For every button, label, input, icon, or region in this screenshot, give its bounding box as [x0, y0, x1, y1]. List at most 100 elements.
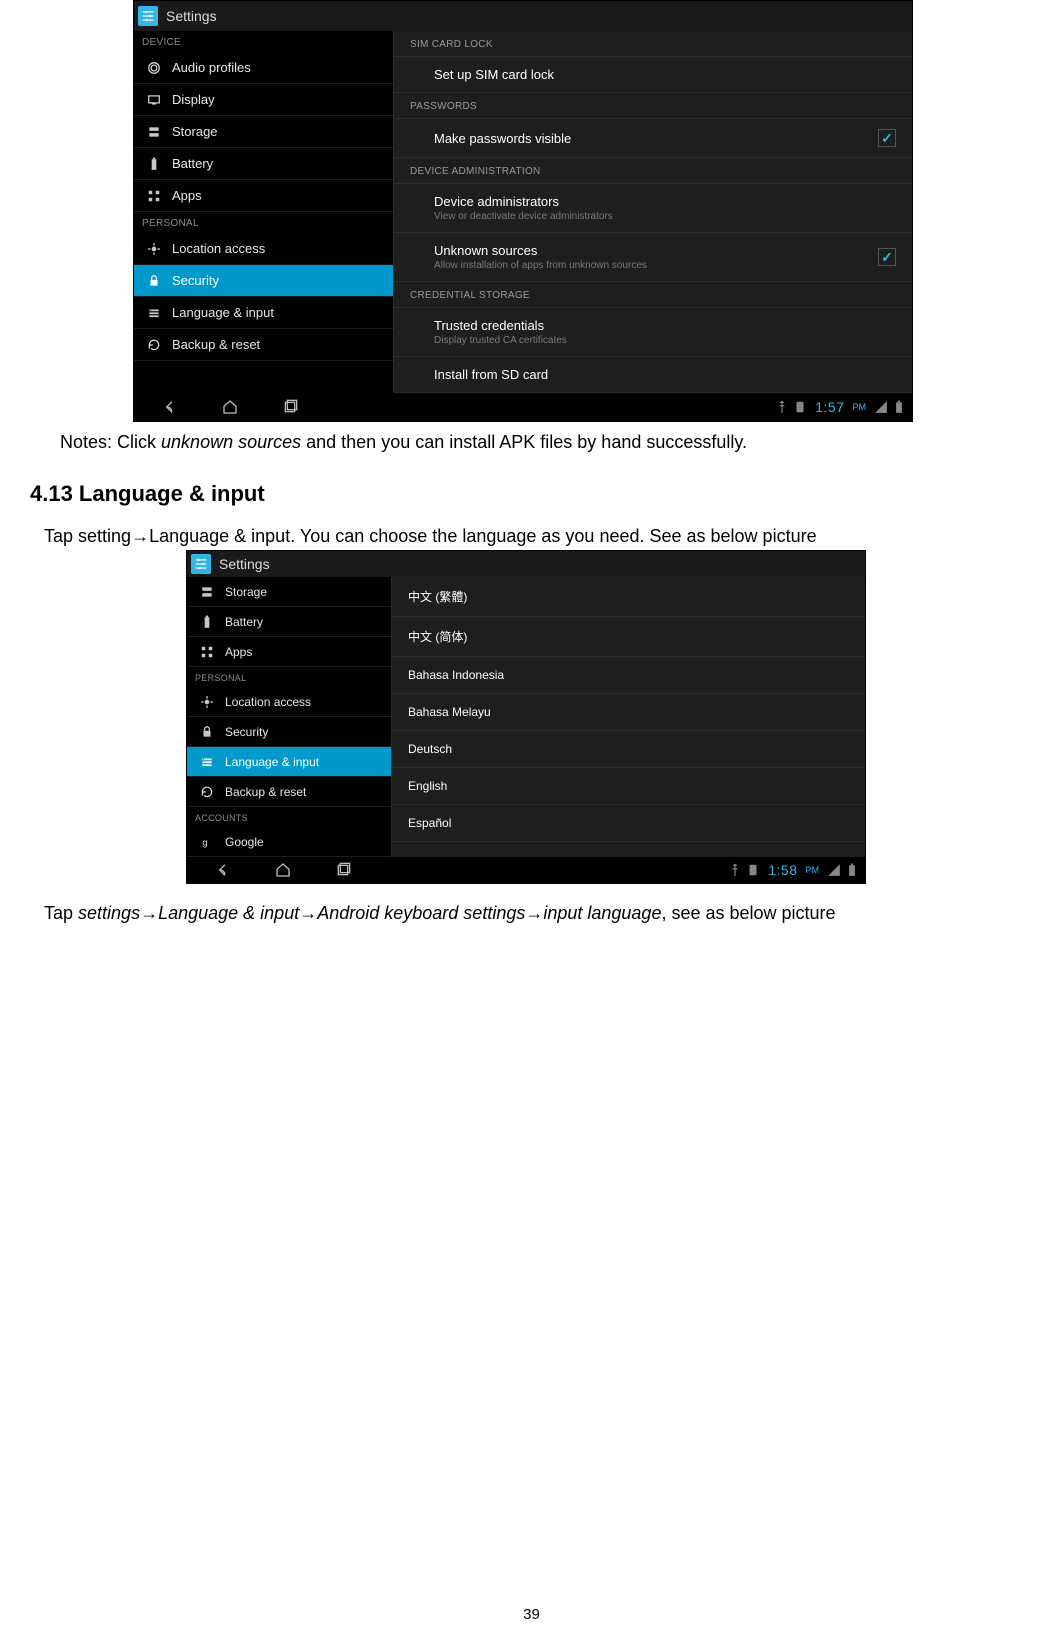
sd-icon	[746, 863, 760, 877]
notes-paragraph: Notes: Click unknown sources and then yo…	[60, 432, 1033, 453]
setting-title: Set up SIM card lock	[434, 67, 554, 82]
sidebar-item-battery[interactable]: Battery	[134, 148, 393, 180]
para2-e: input language	[543, 903, 661, 923]
sidebar-item-label: Audio profiles	[172, 60, 251, 75]
back-button[interactable]	[160, 397, 180, 417]
clock-ampm: PM	[853, 402, 867, 412]
sidebar-item-battery[interactable]: Battery	[187, 607, 391, 637]
battery-icon	[845, 863, 859, 877]
security-icon	[146, 273, 162, 289]
titlebar: Settings	[187, 551, 865, 577]
para2-d: Android keyboard settings	[317, 903, 525, 923]
group-header: SIM CARD LOCK	[394, 31, 912, 57]
section-header: DEVICE	[134, 31, 393, 52]
sidebar-item-security[interactable]: Security	[187, 717, 391, 747]
sidebar-item-label: Storage	[172, 124, 218, 139]
apps-icon	[146, 188, 162, 204]
settings-app-icon	[191, 554, 211, 574]
sidebar-item-lang[interactable]: ALanguage & input	[187, 747, 391, 777]
setting-row[interactable]: Install from SD card	[394, 357, 912, 393]
titlebar: Settings	[134, 1, 912, 31]
notes-italic: unknown sources	[161, 432, 301, 452]
usb-icon	[728, 863, 742, 877]
sidebar-item-label: Battery	[225, 615, 263, 629]
setting-subtitle: Display trusted CA certificates	[434, 335, 567, 346]
sidebar-item-label: Backup & reset	[225, 785, 306, 799]
setting-subtitle: View or deactivate device administrators	[434, 211, 613, 222]
sidebar-item-label: Language & input	[225, 755, 319, 769]
checkbox[interactable]	[878, 248, 896, 266]
home-button[interactable]	[220, 397, 240, 417]
location-icon	[146, 241, 162, 257]
checkbox[interactable]	[878, 129, 896, 147]
para1-a: Tap setting	[44, 526, 131, 546]
sidebar-item-storage[interactable]: Storage	[187, 577, 391, 607]
sidebar-item-apps[interactable]: Apps	[134, 180, 393, 212]
sidebar-item-storage[interactable]: Storage	[134, 116, 393, 148]
sidebar-item-label: Apps	[172, 188, 202, 203]
screenshot-language-settings: Settings StorageBatteryAppsPERSONALLocat…	[186, 550, 866, 884]
setting-row[interactable]: Set up SIM card lock	[394, 57, 912, 93]
apps-icon	[199, 644, 215, 660]
section-header: PERSONAL	[134, 212, 393, 233]
arrow-icon: →	[525, 903, 543, 923]
sidebar-item-backup[interactable]: Backup & reset	[187, 777, 391, 807]
paragraph-1: Tap setting→Language & input. You can ch…	[44, 525, 1033, 548]
language-option[interactable]: Bahasa Melayu	[392, 694, 865, 731]
language-option[interactable]: English	[392, 768, 865, 805]
recent-apps-button[interactable]	[280, 397, 300, 417]
setting-row[interactable]: Make passwords visible	[394, 119, 912, 158]
back-button[interactable]	[213, 860, 233, 880]
sidebar-item-label: Apps	[225, 645, 252, 659]
group-header: DEVICE ADMINISTRATION	[394, 158, 912, 184]
sidebar-item-google[interactable]: g Google	[187, 827, 391, 857]
recent-apps-button[interactable]	[333, 860, 353, 880]
sidebar-item-backup[interactable]: Backup & reset	[134, 329, 393, 361]
sidebar-item-label: Backup & reset	[172, 337, 260, 352]
sidebar-item-lang[interactable]: ALanguage & input	[134, 297, 393, 329]
language-option[interactable]: Bahasa Indonesia	[392, 657, 865, 694]
battery-icon	[146, 156, 162, 172]
display-icon	[146, 92, 162, 108]
setting-title: Device administrators	[434, 194, 613, 209]
sidebar-item-display[interactable]: Display	[134, 84, 393, 116]
sidebar-item-label: Display	[172, 92, 215, 107]
language-option[interactable]: Deutsch	[392, 731, 865, 768]
usb-icon	[775, 400, 789, 414]
sidebar-item-apps[interactable]: Apps	[187, 637, 391, 667]
backup-icon	[199, 784, 215, 800]
sidebar-item-label: Security	[172, 273, 219, 288]
para2-a: Tap	[44, 903, 78, 923]
sidebar-item-label: Google	[225, 835, 264, 849]
sidebar-item-location[interactable]: Location access	[134, 233, 393, 265]
sidebar-item-audio[interactable]: Audio profiles	[134, 52, 393, 84]
home-button[interactable]	[273, 860, 293, 880]
language-option[interactable]: 中文 (繁體)	[392, 577, 865, 617]
settings-app-icon	[138, 6, 158, 26]
sidebar-item-location[interactable]: Location access	[187, 687, 391, 717]
language-option[interactable]: 中文 (简体)	[392, 617, 865, 657]
clock-time: 1:57	[815, 399, 844, 415]
setting-row[interactable]: Unknown sourcesAllow installation of app…	[394, 233, 912, 282]
paragraph-2: Tap settings→Language & input→Android ke…	[44, 902, 1033, 925]
security-icon	[199, 724, 215, 740]
notes-post: and then you can install APK files by ha…	[301, 432, 747, 452]
battery-icon	[199, 614, 215, 630]
setting-row[interactable]: Trusted credentialsDisplay trusted CA ce…	[394, 308, 912, 357]
google-icon: g	[199, 834, 215, 850]
language-option[interactable]: Español	[392, 805, 865, 842]
location-icon	[199, 694, 215, 710]
section-heading: 4.13 Language & input	[30, 481, 1033, 507]
setting-row[interactable]: Device administrators View or deactivate …	[394, 184, 912, 233]
sidebar-item-label: Battery	[172, 156, 213, 171]
title-text: Settings	[166, 8, 217, 24]
arrow-icon: →	[131, 526, 149, 546]
svg-text:g: g	[202, 837, 207, 847]
system-navbar: 1:58 PM	[187, 857, 865, 883]
lang-icon: A	[146, 305, 162, 321]
sidebar-item-security[interactable]: Security	[134, 265, 393, 297]
sidebar-item-label: Location access	[225, 695, 311, 709]
signal-icon	[874, 400, 888, 414]
language-list: 中文 (繁體)中文 (简体)Bahasa IndonesiaBahasa Mel…	[392, 577, 865, 857]
setting-title: Make passwords visible	[434, 131, 571, 146]
